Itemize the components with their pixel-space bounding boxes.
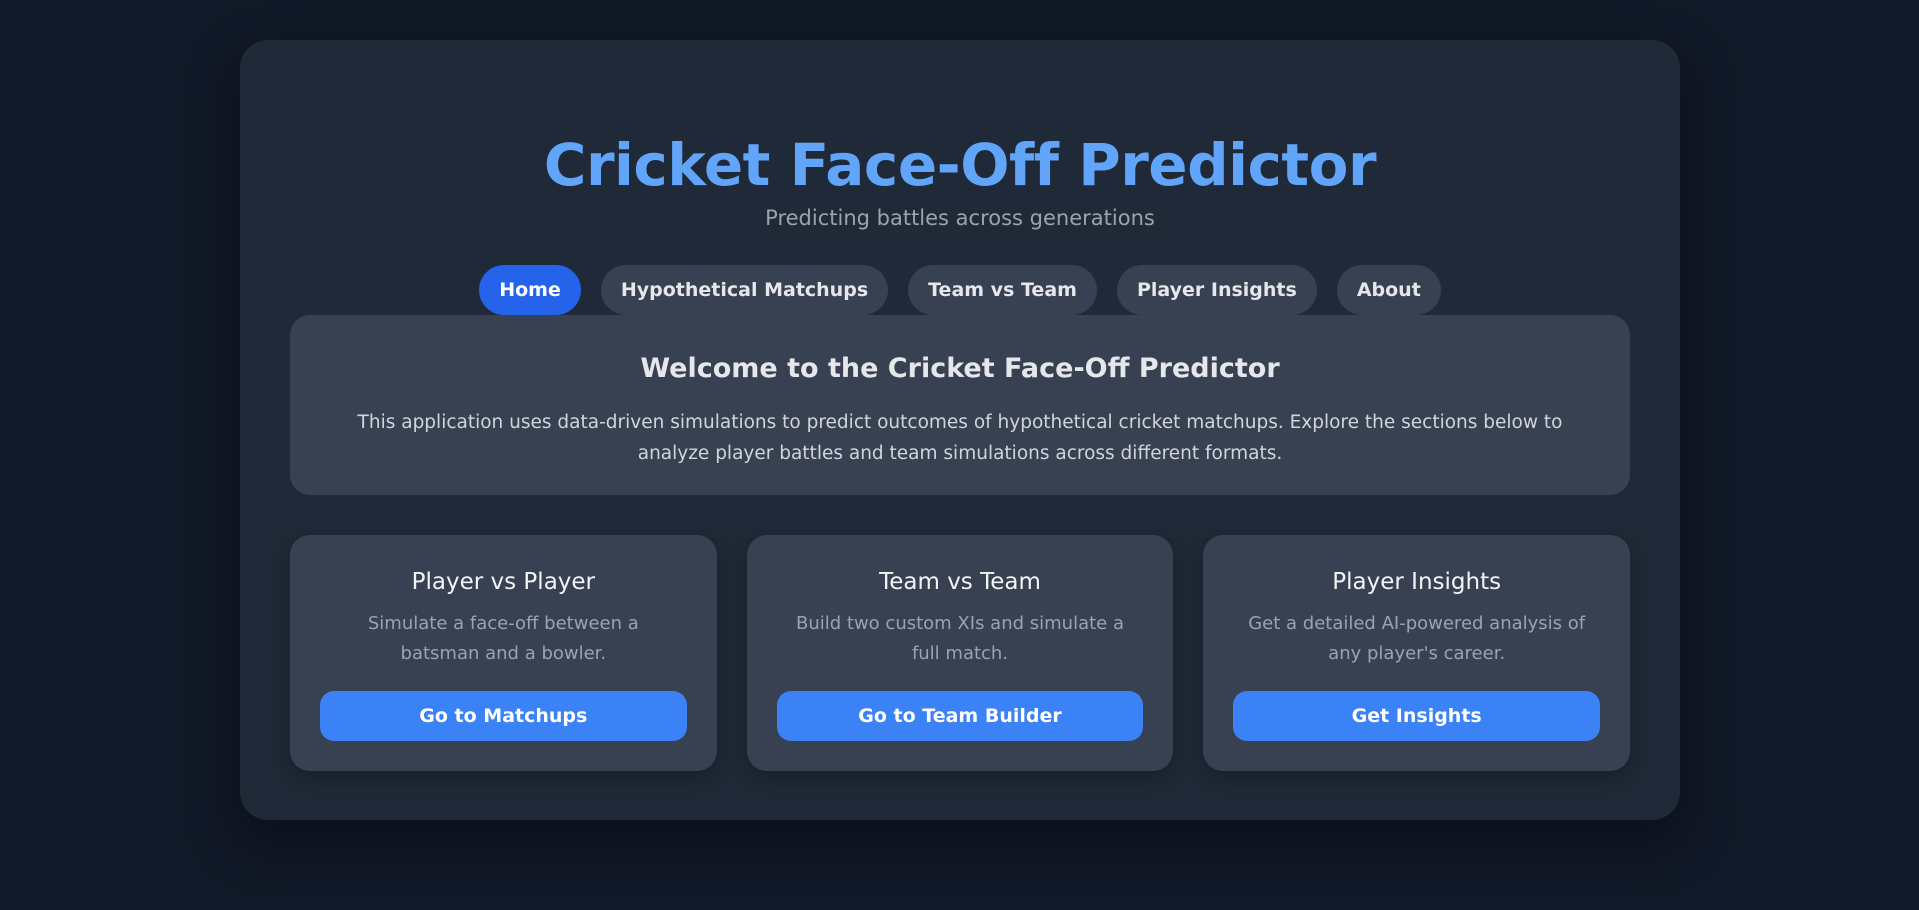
card-team-vs-team: Team vs Team Build two custom XIs and si… bbox=[746, 535, 1174, 771]
card-title: Player vs Player bbox=[411, 569, 596, 595]
nav-player-insights[interactable]: Player Insights bbox=[1116, 265, 1317, 315]
go-to-team-builder-button[interactable]: Go to Team Builder bbox=[776, 691, 1144, 741]
page-title: Cricket Face-Off Predictor bbox=[543, 131, 1377, 199]
nav-team-vs-team[interactable]: Team vs Team bbox=[908, 265, 1097, 315]
nav-about[interactable]: About bbox=[1336, 265, 1441, 315]
get-insights-button[interactable]: Get Insights bbox=[1233, 691, 1601, 741]
page-subtitle: Predicting battles across generations bbox=[765, 206, 1155, 230]
welcome-text: This application uses data-driven simula… bbox=[357, 412, 1563, 464]
nav-hypothetical-matchups[interactable]: Hypothetical Matchups bbox=[600, 265, 889, 315]
card-description: Get a detailed AI-powered analysis of an… bbox=[1248, 613, 1586, 664]
nav-home[interactable]: Home bbox=[479, 265, 581, 315]
card-player-vs-player: Player vs Player Simulate a face-off bet… bbox=[290, 535, 717, 771]
welcome-title: Welcome to the Cricket Face-Off Predicto… bbox=[640, 353, 1280, 384]
main-panel: Cricket Face-Off Predictor Predicting ba… bbox=[240, 40, 1680, 820]
go-to-matchups-button[interactable]: Go to Matchups bbox=[320, 691, 687, 741]
card-player-insights: Player Insights Get a detailed AI-powere… bbox=[1203, 535, 1631, 771]
card-description: Simulate a face-off between a batsman an… bbox=[367, 613, 639, 664]
feature-cards: Player vs Player Simulate a face-off bet… bbox=[290, 535, 1631, 771]
card-title: Team vs Team bbox=[879, 569, 1041, 595]
welcome-section: Welcome to the Cricket Face-Off Predicto… bbox=[290, 315, 1630, 495]
card-description: Build two custom XIs and simulate a full… bbox=[796, 613, 1124, 664]
main-nav: Home Hypothetical Matchups Team vs Team … bbox=[240, 265, 1680, 315]
card-title: Player Insights bbox=[1332, 569, 1502, 595]
